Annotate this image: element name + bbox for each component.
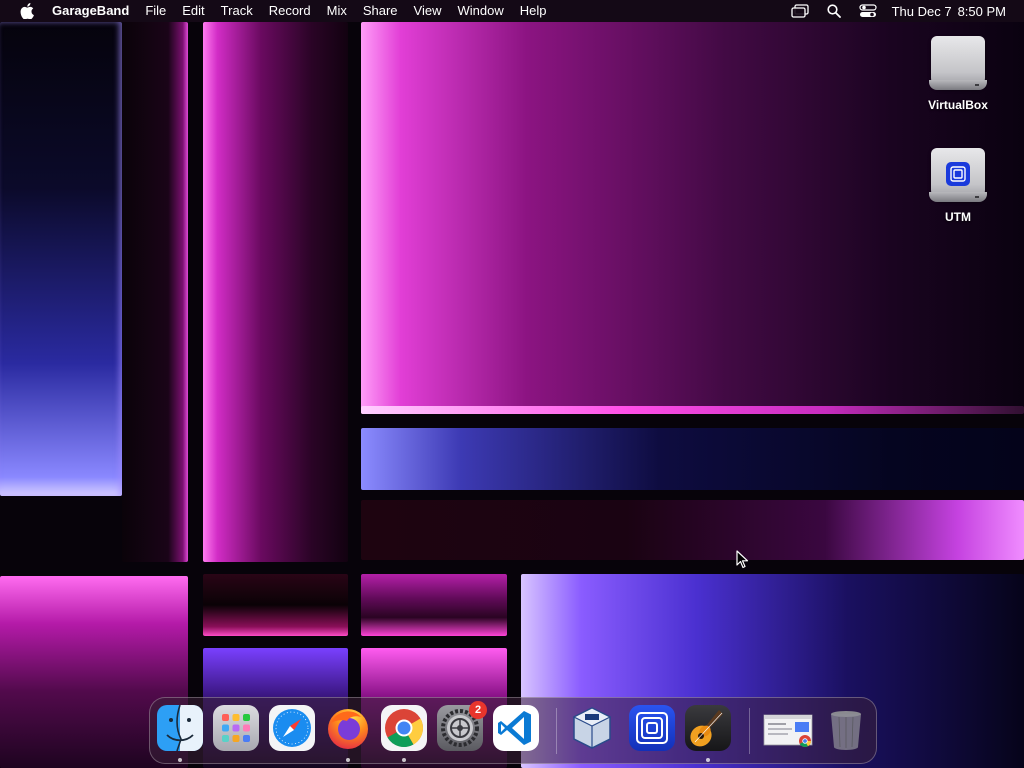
menu-record[interactable]: Record (261, 0, 319, 22)
clock-date: Thu Dec 7 (891, 3, 952, 19)
vscode-icon[interactable] (493, 705, 539, 751)
trash-icon[interactable] (823, 705, 869, 751)
running-indicator (178, 758, 182, 762)
utm-icon[interactable] (629, 705, 675, 751)
menu-app-name[interactable]: GarageBand (52, 0, 137, 22)
wallpaper-panel (203, 574, 348, 636)
wallpaper-panel (361, 406, 1024, 414)
menu-extras: Thu Dec 7 8:50 PM (790, 0, 1006, 22)
desktop-icon-virtualbox[interactable]: VirtualBox (918, 36, 998, 112)
dock-separator (749, 708, 750, 754)
finder-icon[interactable] (157, 704, 203, 752)
wallpaper-panel (361, 574, 507, 636)
external-drive-icon (929, 36, 987, 94)
dock-separator (556, 708, 557, 754)
menu-clock[interactable]: Thu Dec 7 8:50 PM (892, 4, 1006, 19)
running-indicator (706, 758, 710, 762)
desktop-icon-label: UTM (945, 210, 971, 224)
search-icon[interactable] (824, 0, 844, 22)
menu-track[interactable]: Track (213, 0, 261, 22)
menu-help[interactable]: Help (512, 0, 555, 22)
utm-drive-icon (929, 148, 987, 206)
desktop-icon-label: VirtualBox (928, 98, 988, 112)
garageband-icon[interactable] (685, 705, 731, 751)
virtualbox-icon[interactable] (569, 705, 615, 751)
control-center-icon[interactable] (858, 0, 878, 22)
menu-share[interactable]: Share (355, 0, 406, 22)
system-settings-icon[interactable]: 2 (437, 701, 487, 751)
desktop-icon-utm[interactable]: UTM (918, 148, 998, 224)
minimized-window-icon[interactable] (763, 705, 815, 751)
launchpad-icon[interactable] (213, 705, 259, 751)
running-indicator (346, 758, 350, 762)
screen-mirroring-icon[interactable] (790, 0, 810, 22)
menu-view[interactable]: View (406, 0, 450, 22)
wallpaper-panel (122, 22, 188, 562)
chrome-icon[interactable] (381, 705, 427, 751)
mouse-cursor-icon (736, 550, 750, 575)
notification-badge: 2 (469, 701, 487, 719)
wallpaper-panel (0, 22, 122, 496)
menu-bar: GarageBand File Edit Track Record Mix Sh… (0, 0, 1024, 22)
firefox-icon[interactable] (325, 705, 371, 751)
wallpaper-panel (203, 22, 348, 562)
running-indicator (402, 758, 406, 762)
menu-window[interactable]: Window (450, 0, 512, 22)
wallpaper-panel (361, 428, 1024, 490)
clock-time: 8:50 PM (957, 3, 1006, 19)
safari-icon[interactable] (269, 705, 315, 751)
desktop[interactable]: GarageBand File Edit Track Record Mix Sh… (0, 0, 1024, 768)
dock: 2 (149, 697, 877, 764)
menu-mix[interactable]: Mix (319, 0, 355, 22)
menu-file[interactable]: File (137, 0, 174, 22)
apple-icon[interactable] (19, 3, 35, 19)
wallpaper-panel (361, 500, 1024, 560)
menu-edit[interactable]: Edit (174, 0, 212, 22)
